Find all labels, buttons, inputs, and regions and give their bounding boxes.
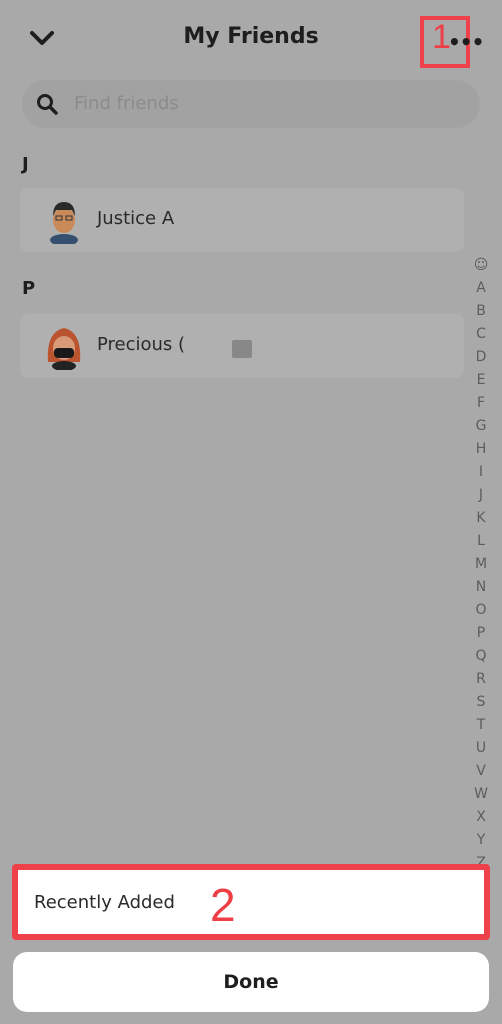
index-letter[interactable]: O bbox=[470, 599, 492, 622]
search-input[interactable]: Find friends bbox=[22, 80, 480, 128]
index-letter[interactable]: N bbox=[470, 576, 492, 599]
friend-badge-icon bbox=[232, 340, 252, 358]
index-letter[interactable]: V bbox=[470, 760, 492, 783]
recently-added-label: Recently Added bbox=[34, 892, 175, 913]
index-letter[interactable]: T bbox=[470, 714, 492, 737]
index-letter[interactable]: E bbox=[470, 369, 492, 392]
index-letter[interactable]: Y bbox=[470, 829, 492, 852]
index-letter[interactable]: K bbox=[470, 507, 492, 530]
ellipsis-icon[interactable]: ••• bbox=[448, 30, 484, 54]
header: My Friends 1 ••• bbox=[0, 0, 502, 80]
friend-name: Precious ( bbox=[97, 334, 186, 355]
alphabet-index[interactable]: ☺ A B C D E F G H I J K L M N O P Q R S … bbox=[470, 254, 492, 875]
index-letter[interactable]: I bbox=[470, 461, 492, 484]
index-letter[interactable]: B bbox=[470, 300, 492, 323]
friend-name: Justice A bbox=[97, 208, 175, 229]
index-letter[interactable]: F bbox=[470, 392, 492, 415]
section-header-j: J bbox=[22, 154, 29, 175]
index-letter[interactable]: S bbox=[470, 691, 492, 714]
index-emoji-icon[interactable]: ☺ bbox=[470, 254, 492, 277]
friend-row[interactable]: Precious ( bbox=[20, 314, 464, 378]
index-letter[interactable]: G bbox=[470, 415, 492, 438]
index-letter[interactable]: H bbox=[470, 438, 492, 461]
bitmoji-avatar bbox=[50, 202, 78, 244]
search-placeholder: Find friends bbox=[74, 93, 179, 114]
index-letter[interactable]: U bbox=[470, 737, 492, 760]
search-icon bbox=[37, 94, 58, 115]
index-letter[interactable]: W bbox=[470, 783, 492, 806]
index-letter[interactable]: J bbox=[470, 484, 492, 507]
index-letter[interactable]: A bbox=[470, 277, 492, 300]
index-letter[interactable]: Q bbox=[470, 645, 492, 668]
index-letter[interactable]: C bbox=[470, 323, 492, 346]
index-letter[interactable]: D bbox=[470, 346, 492, 369]
index-letter[interactable]: P bbox=[470, 622, 492, 645]
section-header-p: P bbox=[22, 278, 36, 299]
recently-added-option[interactable]: Recently Added 2 bbox=[12, 864, 490, 940]
friend-row[interactable]: Justice A bbox=[20, 188, 464, 252]
bitmoji-avatar bbox=[47, 328, 81, 370]
index-letter[interactable]: M bbox=[470, 553, 492, 576]
index-letter[interactable]: L bbox=[470, 530, 492, 553]
annotation-label-2: 2 bbox=[210, 879, 236, 931]
index-letter[interactable]: X bbox=[470, 806, 492, 829]
done-button[interactable]: Done bbox=[13, 952, 489, 1012]
index-letter[interactable]: R bbox=[470, 668, 492, 691]
